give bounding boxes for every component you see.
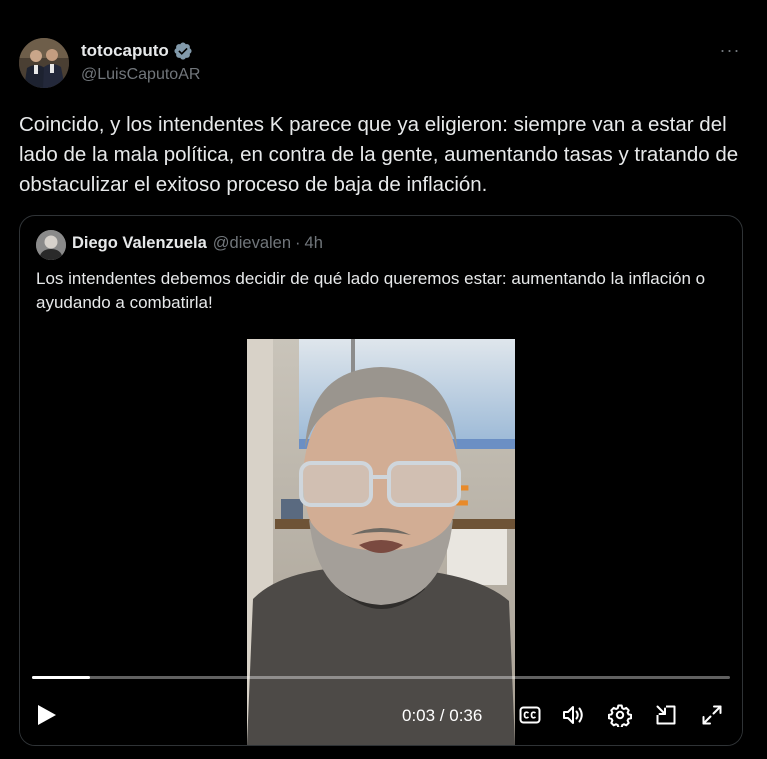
quote-header: Diego Valenzuela @dievalen · 4h	[72, 234, 323, 253]
quote-timestamp[interactable]: 4h	[305, 234, 323, 253]
settings-gear-icon[interactable]	[606, 701, 634, 729]
fullscreen-icon[interactable]	[698, 701, 726, 729]
quoted-tweet-card[interactable]: Diego Valenzuela @dievalen · 4h Los inte…	[19, 215, 743, 746]
author-handle[interactable]: @LuisCaputoAR	[81, 66, 200, 84]
quote-separator: ·	[295, 234, 301, 252]
video-progress-fill	[32, 676, 91, 679]
volume-icon[interactable]	[560, 701, 588, 729]
tweet-text: Coincido, y los intendentes K parece que…	[19, 113, 739, 196]
video-player[interactable]: F B	[20, 337, 742, 745]
tweet-container: totocaputo @LuisCaputoAR ··· Coincido, y…	[0, 0, 767, 759]
quote-author-name[interactable]: Diego Valenzuela	[72, 234, 207, 253]
verified-badge-icon[interactable]	[173, 41, 193, 61]
quote-author-avatar[interactable]	[36, 230, 66, 260]
author-display-name[interactable]: totocaputo	[81, 41, 169, 61]
author-avatar[interactable]	[19, 38, 69, 88]
quote-text: Los intendentes debemos decidir de qué l…	[36, 269, 706, 312]
quote-author-handle[interactable]: @dievalen	[213, 234, 291, 253]
picture-in-picture-icon[interactable]	[652, 701, 680, 729]
more-options-icon[interactable]: ···	[716, 38, 744, 62]
play-icon[interactable]	[36, 703, 58, 727]
video-frame[interactable]: F B	[247, 339, 515, 745]
video-progress-bar[interactable]	[32, 676, 730, 679]
video-time-display: 0:03 / 0:36	[402, 706, 483, 725]
captions-icon[interactable]	[516, 701, 544, 729]
author-name-row: totocaputo	[81, 40, 193, 62]
